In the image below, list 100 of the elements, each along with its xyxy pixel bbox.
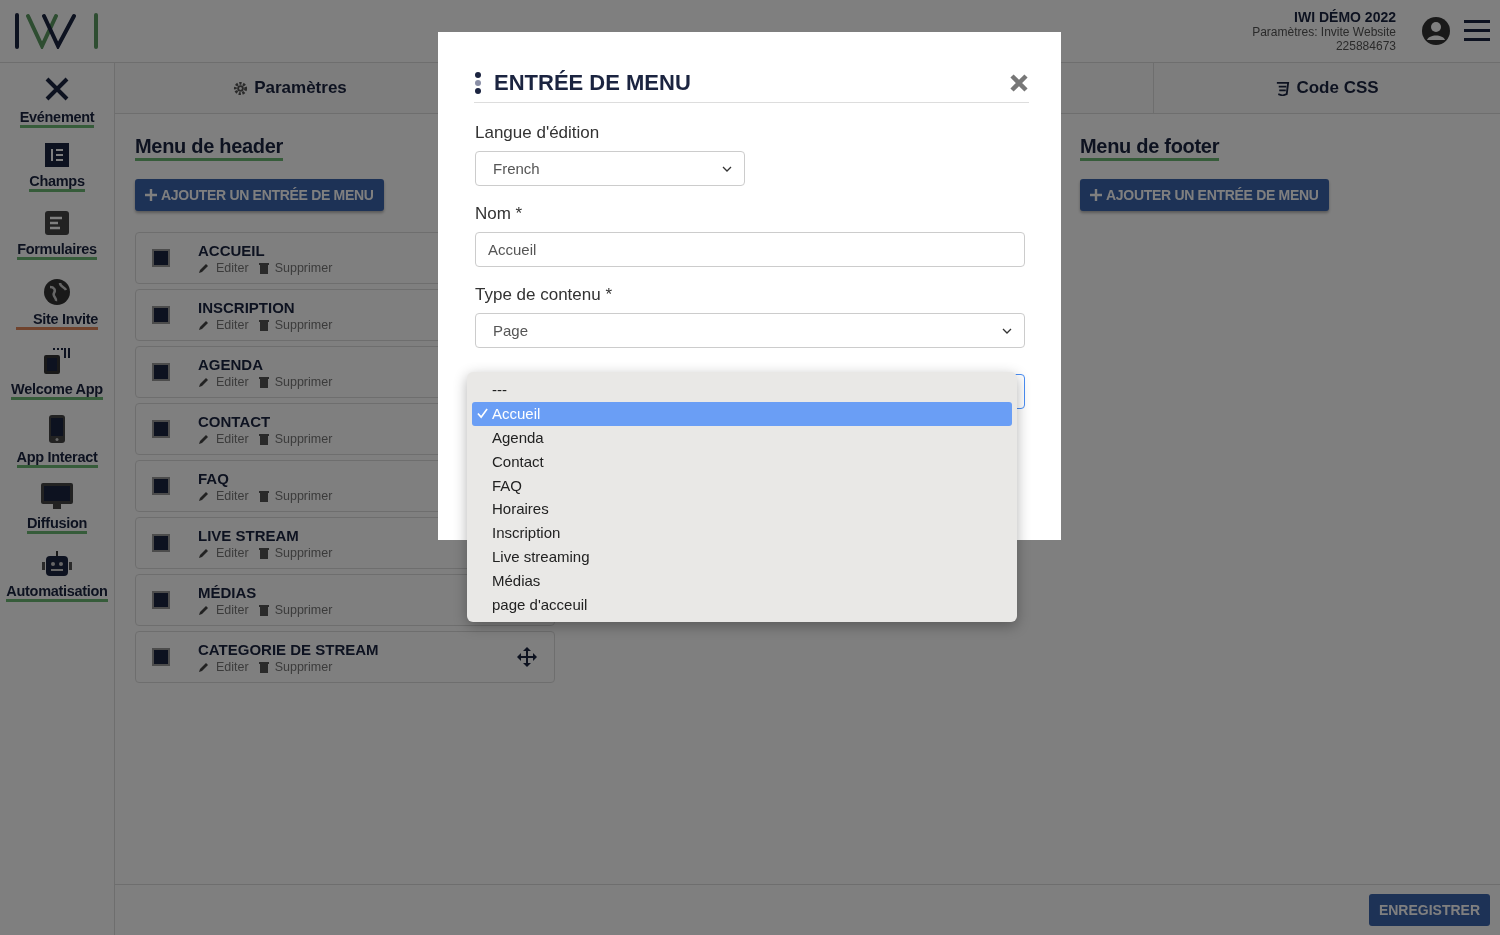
square-icon [152, 648, 170, 666]
delete-link[interactable]: Supprimer [274, 602, 333, 617]
sidebar-link[interactable]: App Interact [16, 449, 98, 468]
dropdown-option[interactable]: --- [472, 378, 1012, 402]
checkmark-icon [477, 408, 488, 420]
edit-link[interactable]: Editer [216, 431, 249, 446]
user-avatar-icon[interactable] [1422, 17, 1450, 45]
phone-icon[interactable] [49, 415, 65, 443]
delete-link[interactable]: Supprimer [274, 545, 333, 560]
edit-link[interactable]: Editer [216, 317, 249, 332]
square-icon [152, 534, 170, 552]
logo-icon [14, 13, 100, 49]
dropdown-option[interactable]: Agenda [472, 425, 1012, 450]
css-icon [1275, 80, 1291, 96]
square-icon [152, 363, 170, 381]
chevron-down-icon [1002, 327, 1012, 334]
trash-icon [258, 318, 269, 331]
dropdown-option[interactable]: Accueil [472, 401, 1012, 426]
text-field[interactable]: Accueil [475, 232, 1025, 267]
monitor-icon[interactable] [41, 483, 73, 509]
pencil-icon [198, 261, 210, 274]
pencil-icon [198, 603, 210, 616]
trash-icon [258, 660, 269, 673]
sidebar-link[interactable]: Evénement [19, 109, 95, 128]
globe-icon[interactable] [44, 279, 70, 305]
add-menu-entry-button[interactable]: AJOUTER UN ENTRÉE DE MENU [135, 179, 384, 211]
move-icon[interactable] [516, 646, 538, 668]
trash-icon [258, 375, 269, 388]
pencil-icon [198, 660, 210, 673]
menu-entry-name: FAQ [198, 469, 229, 487]
pencil-icon [198, 318, 210, 331]
robot-icon[interactable] [41, 551, 73, 577]
section-heading: Menu de footer [1080, 134, 1220, 161]
delete-link[interactable]: Supprimer [274, 260, 333, 275]
select-field[interactable]: Page [475, 313, 1025, 348]
section-heading: Menu de header [135, 134, 284, 161]
dropdown-option[interactable]: page d'acceuil [472, 592, 1012, 616]
close-icon[interactable] [1009, 73, 1029, 93]
sidebar-link[interactable]: Site Invite [15, 311, 99, 330]
trash-icon [258, 261, 269, 274]
trash-icon [258, 546, 269, 559]
trash-icon [258, 432, 269, 445]
pencil-icon [198, 489, 210, 502]
edit-link[interactable]: Editer [216, 545, 249, 560]
edit-link[interactable]: Editer [216, 659, 249, 674]
dropdown-option[interactable]: Contact [472, 449, 1012, 474]
square-icon [152, 306, 170, 324]
form-icon[interactable] [45, 211, 69, 235]
chevron-down-icon [722, 165, 732, 172]
edit-link[interactable]: Editer [216, 488, 249, 503]
select-field[interactable]: French [475, 151, 745, 186]
sidebar-link[interactable]: Diffusion [26, 515, 88, 534]
save-button[interactable]: ENREGISTRER [1368, 894, 1490, 926]
pencil-icon [198, 375, 210, 388]
tab[interactable]: Paramètres [115, 63, 465, 113]
square-icon [152, 249, 170, 267]
field-label: Type de contenu * [475, 285, 614, 305]
event-code: 225884673 [1335, 39, 1396, 53]
sidebar-link[interactable]: Automatisation [6, 583, 108, 602]
menu-entry-name: AGENDA [198, 355, 263, 373]
list-icon[interactable] [45, 143, 69, 167]
vertical-dots-icon [474, 71, 482, 95]
trash-icon [258, 489, 269, 502]
add-menu-entry-button[interactable]: AJOUTER UN ENTRÉE DE MENU [1080, 179, 1329, 211]
trash-icon [258, 603, 269, 616]
menu-entry-name: MÉDIAS [198, 583, 257, 601]
dropdown-option[interactable]: Médias [472, 568, 1012, 593]
pencil-icon [198, 432, 210, 445]
edit-link[interactable]: Editer [216, 260, 249, 275]
menu-entry-name: INSCRIPTION [198, 298, 295, 316]
event-title: IWI DÉMO 2022 [1294, 9, 1396, 25]
delete-link[interactable]: Supprimer [274, 317, 333, 332]
plus-icon [1090, 189, 1102, 201]
delete-link[interactable]: Supprimer [274, 374, 333, 389]
dropdown-option[interactable]: Live streaming [472, 544, 1012, 569]
menu-entry-name: ACCUEIL [198, 241, 265, 259]
dropdown-option[interactable]: Inscription [472, 520, 1012, 545]
menu-entry-name: LIVE STREAM [198, 526, 299, 544]
gear-icon [233, 80, 249, 96]
settings-subtitle: Paramètres: Invite Website [1252, 25, 1396, 39]
tab[interactable]: Code CSS [1153, 63, 1500, 113]
delete-link[interactable]: Supprimer [274, 659, 333, 674]
field-label: Langue d'édition [475, 123, 601, 143]
square-icon [152, 591, 170, 609]
square-icon [152, 420, 170, 438]
delete-link[interactable]: Supprimer [274, 431, 333, 446]
sidebar-link[interactable]: Champs [29, 173, 85, 192]
sidebar-link[interactable]: Formulaires [17, 241, 97, 260]
dropdown-option[interactable]: FAQ [472, 473, 1012, 497]
menu-icon[interactable] [1464, 20, 1490, 42]
menu-entry-name: CONTACT [198, 412, 271, 430]
square-icon [152, 477, 170, 495]
modal-title: ENTRÉE DE MENU [494, 70, 692, 96]
edit-link[interactable]: Editer [216, 374, 249, 389]
delete-link[interactable]: Supprimer [274, 488, 333, 503]
dropdown-option[interactable]: Horaires [472, 497, 1012, 521]
edit-link[interactable]: Editer [216, 602, 249, 617]
sidebar-link[interactable]: Welcome App [11, 381, 103, 400]
menu-entry-name: CATEGORIE DE STREAM [198, 640, 379, 658]
pencil-icon [198, 546, 210, 559]
